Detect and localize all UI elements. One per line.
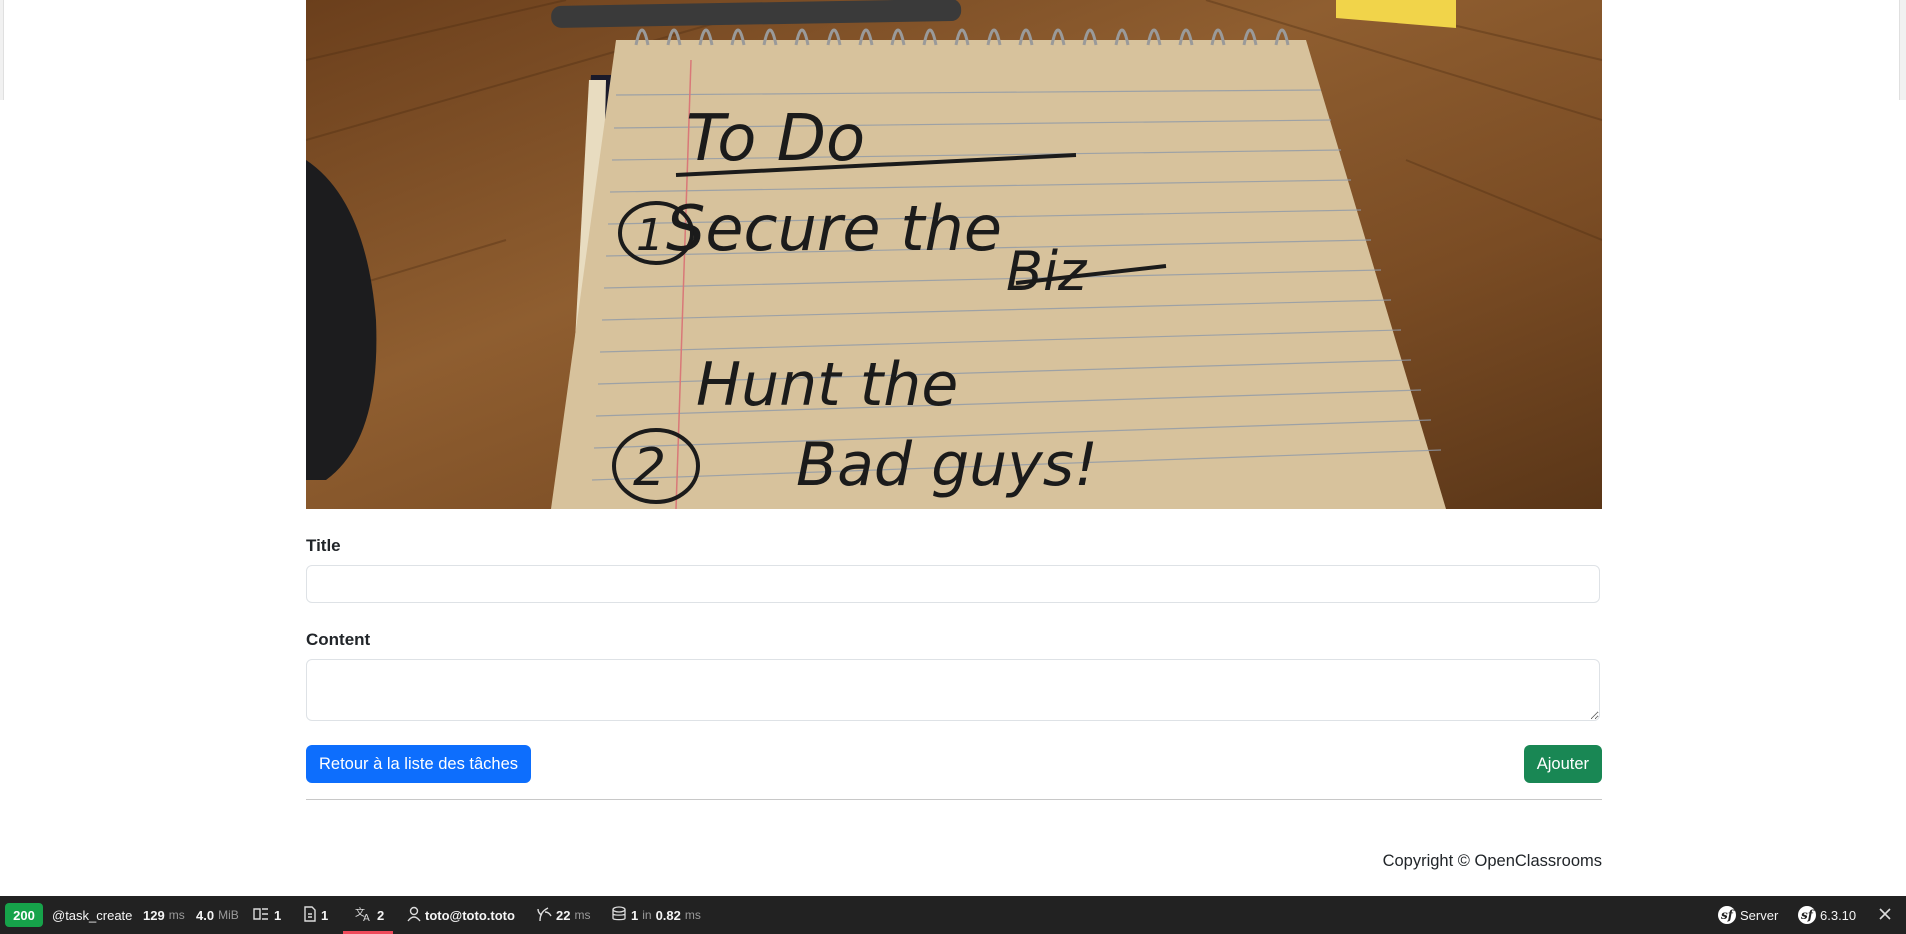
- hand-bad-guys: Bad guys!: [796, 430, 1098, 500]
- svg-text:A: A: [363, 913, 370, 922]
- user-email: toto@toto.toto: [425, 907, 515, 923]
- twig-time-unit: ms: [574, 908, 591, 922]
- content-label: Content: [306, 630, 371, 649]
- translation-icon: 文A: [355, 906, 373, 925]
- logs-icon: [252, 907, 270, 924]
- add-task-button[interactable]: Ajouter: [1523, 745, 1602, 783]
- time-value: 129: [143, 907, 165, 923]
- back-to-list-button[interactable]: Retour à la liste des tâches: [306, 745, 532, 783]
- hand-biz: Biz: [1006, 240, 1088, 303]
- security-item[interactable]: toto@toto.toto: [407, 896, 515, 934]
- hand-number-2: 2: [633, 438, 666, 498]
- logs-item[interactable]: 1: [252, 896, 281, 934]
- right-window-edge: [1899, 0, 1906, 100]
- user-icon: [407, 906, 421, 925]
- footer-divider: [306, 799, 1602, 800]
- hand-secure: Secure the: [666, 192, 1002, 265]
- server-item[interactable]: sf Server: [1718, 896, 1778, 934]
- database-icon: [611, 905, 627, 925]
- content-textarea[interactable]: [306, 659, 1600, 721]
- status-code-badge[interactable]: 200: [5, 903, 43, 927]
- close-toolbar-button[interactable]: [1879, 896, 1891, 934]
- hero-image: To Do Secure the Biz Hunt the Bad guys! …: [306, 0, 1602, 509]
- memory-value: 4.0: [196, 907, 215, 923]
- forms-count: 1: [321, 907, 329, 923]
- logs-count: 1: [274, 907, 282, 923]
- symfony-version-icon: sf: [1798, 906, 1816, 924]
- memory-item[interactable]: 4.0 MiB: [196, 896, 239, 934]
- twig-item[interactable]: 22 ms: [536, 896, 590, 934]
- hand-hunt: Hunt the: [696, 350, 958, 420]
- symfony-version: 6.3.10: [1820, 907, 1857, 923]
- twig-icon: [536, 906, 552, 925]
- db-time-value: 0.82: [655, 907, 681, 923]
- memory-unit: MiB: [218, 908, 239, 922]
- symfony-version-item[interactable]: sf 6.3.10: [1798, 896, 1856, 934]
- db-time-unit: ms: [684, 908, 701, 922]
- time-unit: ms: [168, 908, 185, 922]
- form-icon: [303, 905, 317, 925]
- translation-count: 2: [377, 907, 385, 923]
- db-query-count: 1: [631, 907, 639, 923]
- translation-item[interactable]: 文A 2: [355, 896, 384, 934]
- close-icon: [1879, 907, 1891, 923]
- forms-item[interactable]: 1: [303, 896, 328, 934]
- main-container: To Do Secure the Biz Hunt the Bad guys! …: [306, 0, 1602, 870]
- symfony-debug-toolbar: 200 @task_create 129 ms 4.0 MiB 1 1 文A 2…: [0, 896, 1906, 934]
- left-window-edge: [0, 0, 4, 100]
- hand-number-1: 1: [636, 210, 664, 261]
- symfony-logo-icon: sf: [1718, 906, 1736, 924]
- time-item[interactable]: 129 ms: [143, 896, 185, 934]
- server-label: Server: [1740, 907, 1779, 923]
- database-item[interactable]: 1 in 0.82 ms: [611, 896, 701, 934]
- title-input[interactable]: [306, 565, 1600, 603]
- copyright-text: Copyright © OpenClassrooms: [1382, 852, 1602, 870]
- route-name: @task_create: [52, 907, 133, 923]
- db-in: in: [642, 908, 652, 922]
- title-label: Title: [306, 536, 341, 555]
- route-item[interactable]: @task_create: [52, 896, 132, 934]
- twig-time-value: 22: [556, 907, 571, 923]
- todo-notepad-photo: To Do Secure the Biz Hunt the Bad guys! …: [306, 0, 1602, 509]
